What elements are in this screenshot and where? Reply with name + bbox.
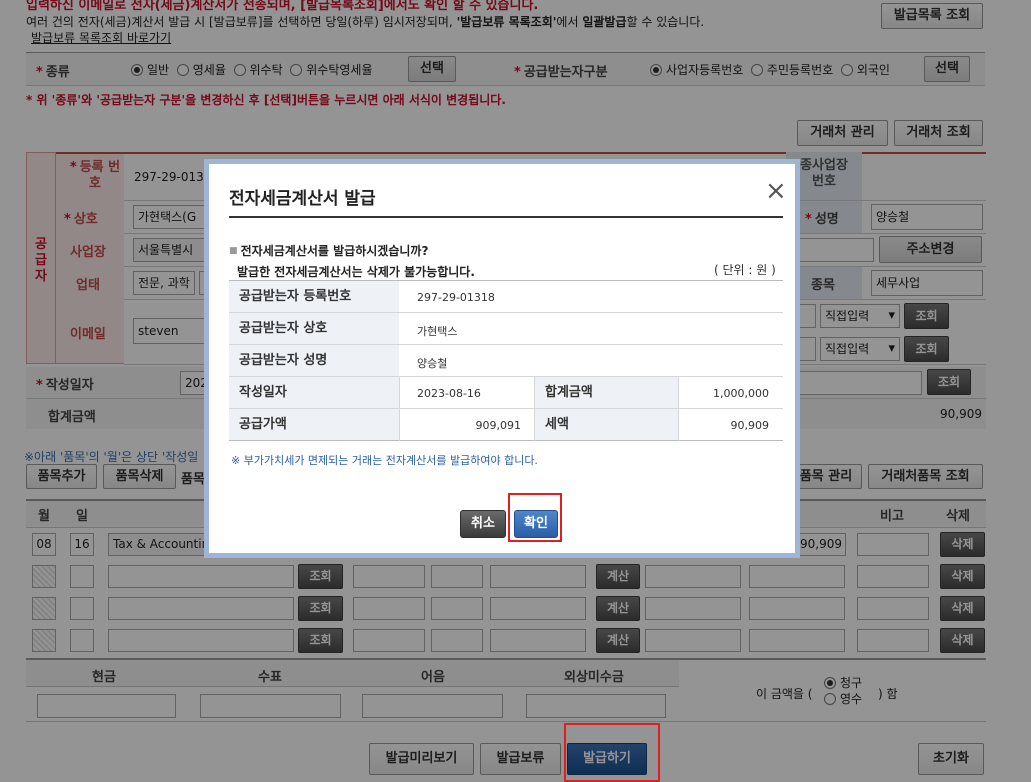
dialog-tax-label: 세액 bbox=[535, 409, 678, 440]
dialog-row-reg-value: 297-29-01318 bbox=[417, 291, 495, 304]
dialog-row-ceo-label: 공급받는자 성명 bbox=[229, 345, 399, 376]
dialog-row-company-value: 가현택스 bbox=[417, 325, 458, 338]
dialog-footnote: ※ 부가가치세가 면제되는 거래는 전자계산서를 발급하여야 합니다. bbox=[231, 454, 538, 467]
issue-confirm-dialog: 전자세금계산서 발급 × ■ 전자세금계산서를 발급하시겠습니까? 발급한 전자… bbox=[204, 159, 800, 558]
dialog-supply-value: 909,091 bbox=[475, 419, 522, 432]
dialog-date-label: 작성일자 bbox=[229, 377, 399, 408]
dialog-title: 전자세금계산서 발급 bbox=[229, 189, 376, 209]
dialog-row-ceo-value: 양승철 bbox=[417, 357, 448, 370]
dialog-unit: ( 단위 : 원 ) bbox=[714, 263, 776, 277]
dialog-date-value: 2023-08-16 bbox=[417, 387, 481, 400]
dialog-tax-value: 90,909 bbox=[730, 419, 770, 432]
dialog-row-company-label: 공급받는자 상호 bbox=[229, 313, 399, 344]
confirm-button-highlight bbox=[508, 493, 562, 542]
close-icon[interactable]: × bbox=[765, 178, 787, 204]
dialog-question: ■ 전자세금계산서를 발급하시겠습니까? bbox=[229, 244, 429, 258]
dialog-warning: 발급한 전자세금계산서는 삭제가 불가능합니다. bbox=[237, 265, 475, 279]
dialog-total-label: 합계금액 bbox=[535, 377, 678, 408]
issue-button-highlight bbox=[564, 723, 660, 782]
dialog-question-text: 전자세금계산서를 발급하시겠습니까? bbox=[240, 244, 429, 258]
dialog-cancel-button[interactable]: 취소 bbox=[460, 510, 506, 538]
dialog-total-value: 1,000,000 bbox=[713, 387, 769, 400]
dialog-row-reg-label: 공급받는자 등록번호 bbox=[229, 281, 399, 312]
dialog-supply-label: 공급가액 bbox=[229, 409, 399, 440]
